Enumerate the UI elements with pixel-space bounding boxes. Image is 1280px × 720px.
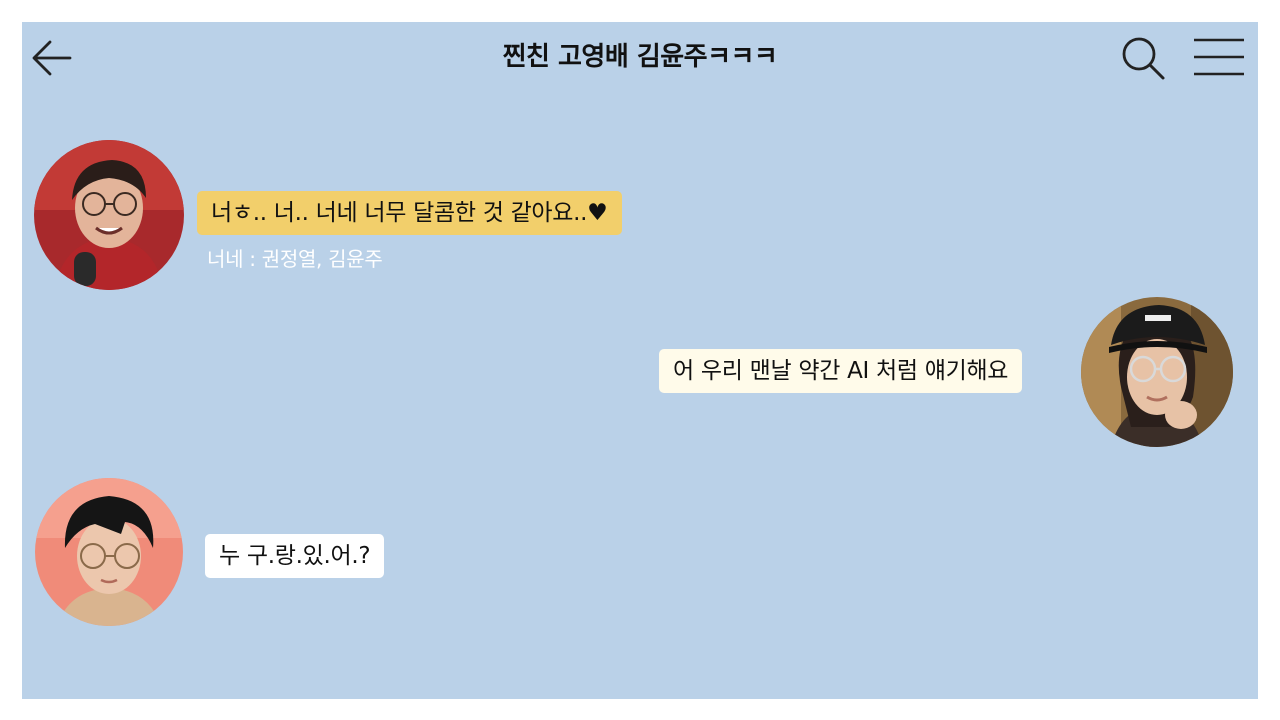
message-bubble: 어 우리 맨날 약간 AI 처럼 얘기해요 <box>659 349 1023 393</box>
message-bubble: 너ㅎ.. 너.. 너네 너무 달콤한 것 같아요..♥ <box>197 191 622 235</box>
chat-title: 찐친 고영배 김윤주ㅋㅋㅋ <box>502 42 778 72</box>
avatar[interactable] <box>35 478 183 626</box>
avatar[interactable] <box>1081 297 1233 447</box>
avatar[interactable] <box>34 140 184 290</box>
search-icon[interactable] <box>1119 34 1167 82</box>
message-bubble: 누 구.랑.있.어.? <box>205 534 385 578</box>
hamburger-menu-icon[interactable] <box>1192 36 1246 78</box>
message-caption: 너네 : 권정열, 김윤주 <box>207 247 383 271</box>
chat-window: 찐친 고영배 김윤주ㅋㅋㅋ 너ㅎ.. 너.. 너네 너무 달콤한 것 같아요..… <box>22 22 1258 699</box>
